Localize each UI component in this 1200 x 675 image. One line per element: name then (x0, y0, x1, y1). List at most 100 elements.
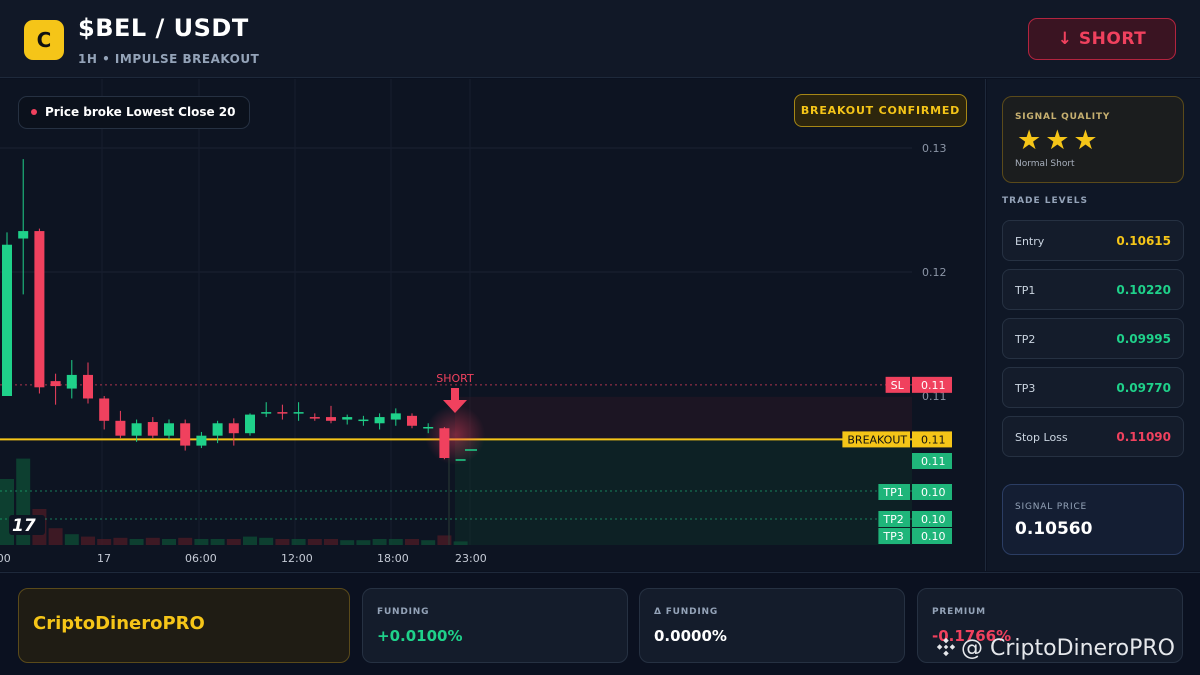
price-tick-label: 0.13 (922, 142, 947, 155)
level-value: 0.10615 (1116, 234, 1171, 248)
candle-body (34, 231, 45, 388)
candle-body (99, 398, 110, 421)
time-tick-label: 12:00 (281, 552, 313, 565)
candle-body (147, 422, 158, 436)
level-label: TP1 (1015, 284, 1036, 297)
breakout-confirmed-badge: BREAKOUT CONFIRMED (794, 94, 967, 127)
volume-bar (194, 539, 209, 545)
candle-body (326, 417, 336, 421)
star-rating-icon: ★★★ (1017, 125, 1102, 156)
candle-body (83, 374, 93, 399)
candle-body (212, 423, 223, 436)
level-label: TP2 (1015, 333, 1036, 346)
level-stop-loss: Stop Loss 0.11090 (1002, 416, 1184, 457)
volume-bar (113, 537, 128, 545)
volume-bar (64, 534, 79, 545)
volume-bar (243, 536, 257, 545)
volume-bar (291, 539, 306, 545)
candle-body (180, 423, 191, 446)
funding-card: FUNDING +0.0100% (362, 588, 628, 663)
signal-quality-card: SIGNAL QUALITY ★★★ Normal Short (1002, 96, 1184, 183)
volume-bar (388, 539, 403, 545)
candle-body (18, 231, 29, 239)
stat-value: +0.0100% (377, 627, 463, 645)
candle-body (50, 381, 61, 387)
level-tag-value: 0.11 (921, 455, 946, 468)
candle-body (196, 435, 207, 446)
alert-pill: Price broke Lowest Close 20 (18, 96, 251, 129)
watermark-text: @ CriptoDineroPRO (961, 636, 1175, 661)
candle-body (455, 459, 466, 461)
price-tick-label: 0.12 (922, 266, 947, 279)
level-value: 0.11090 (1116, 430, 1171, 444)
header-bar: C $BEL / USDT 1H • IMPULSE BREAKOUT ↓ SH… (0, 0, 1200, 78)
candle-body (131, 423, 142, 436)
candle-body (342, 417, 353, 420)
volume-bar (372, 539, 387, 545)
volume-bar (129, 539, 144, 545)
candle-body (277, 412, 288, 414)
volume-bar (275, 539, 290, 545)
candle-body (245, 414, 255, 434)
candle-body (407, 415, 417, 426)
short-button[interactable]: ↓ SHORT (1028, 18, 1176, 60)
candle-body (2, 244, 12, 396)
candle-body (164, 423, 174, 436)
volume-bar (453, 541, 468, 545)
volume-bar (259, 537, 274, 545)
candle-body (390, 413, 401, 420)
signal-quality-title: SIGNAL QUALITY (1015, 112, 1111, 122)
volume-bar (324, 539, 338, 545)
level-label: Entry (1015, 235, 1045, 248)
time-tick-label: 23:00 (455, 552, 487, 565)
level-tag-value: 0.10 (921, 530, 946, 543)
candle-body (423, 427, 434, 429)
candle-body (261, 412, 272, 414)
level-tag-value: 0.10 (921, 513, 946, 526)
volume-bar (405, 539, 419, 545)
level-tag-value: 0.11 (921, 379, 946, 392)
brand-name: CriptoDineroPRO (33, 613, 205, 634)
time-tick-label: 8:00 (0, 552, 11, 565)
volume-bar (162, 539, 176, 545)
volume-bar (340, 540, 355, 545)
volume-bar (81, 536, 95, 545)
signal-price-card: SIGNAL PRICE 0.10560 (1002, 484, 1184, 555)
app-logo: C (24, 20, 64, 60)
signal-panel: SIGNAL QUALITY ★★★ Normal Short TRADE LE… (987, 79, 1200, 571)
pair-subtitle: 1H • IMPULSE BREAKOUT (78, 52, 260, 66)
pair-title: $BEL / USDT (78, 14, 249, 42)
level-value: 0.09995 (1116, 332, 1171, 346)
stat-value: 0.0000% (654, 627, 727, 645)
signal-price-value: 0.10560 (1015, 519, 1093, 539)
alert-text: Price broke Lowest Close 20 (45, 105, 236, 119)
candle-body (293, 412, 304, 414)
stat-label: FUNDING (377, 607, 430, 617)
stat-label: PREMIUM (932, 607, 986, 617)
level-tag-name: TP1 (882, 486, 903, 499)
volume-bar (307, 539, 322, 545)
candle-body (309, 417, 320, 419)
candle-body (228, 423, 239, 434)
level-tag-name: BREAKOUT (847, 433, 907, 446)
footer-bar: CriptoDineroPRO FUNDING +0.0100% Δ FUNDI… (0, 572, 1200, 675)
volume-bar (97, 539, 112, 545)
volume-bar (178, 537, 193, 545)
level-entry: Entry 0.10615 (1002, 220, 1184, 261)
candle-body (374, 417, 385, 424)
short-arrow-icon (451, 388, 459, 402)
level-tag-name: TP2 (882, 513, 903, 526)
level-tag-name: TP3 (882, 530, 903, 543)
signal-quality-subtitle: Normal Short (1015, 159, 1075, 169)
level-tp1: TP1 0.10220 (1002, 269, 1184, 310)
volume-bar (48, 528, 63, 545)
time-tick-label: 06:00 (185, 552, 217, 565)
short-marker-label: SHORT (436, 372, 474, 385)
trade-levels-title: TRADE LEVELS (1002, 196, 1088, 206)
tradingview-logo-text: 17 (12, 516, 36, 536)
price-chart[interactable]: SHORT 0.13 0.12 0.11 8:00 17 06:00 12:00 18:00 23… (0, 79, 986, 571)
tp-zone (455, 439, 912, 545)
level-label: TP3 (1015, 382, 1036, 395)
candle-body (358, 419, 369, 422)
time-tick-label: 17 (97, 552, 111, 565)
